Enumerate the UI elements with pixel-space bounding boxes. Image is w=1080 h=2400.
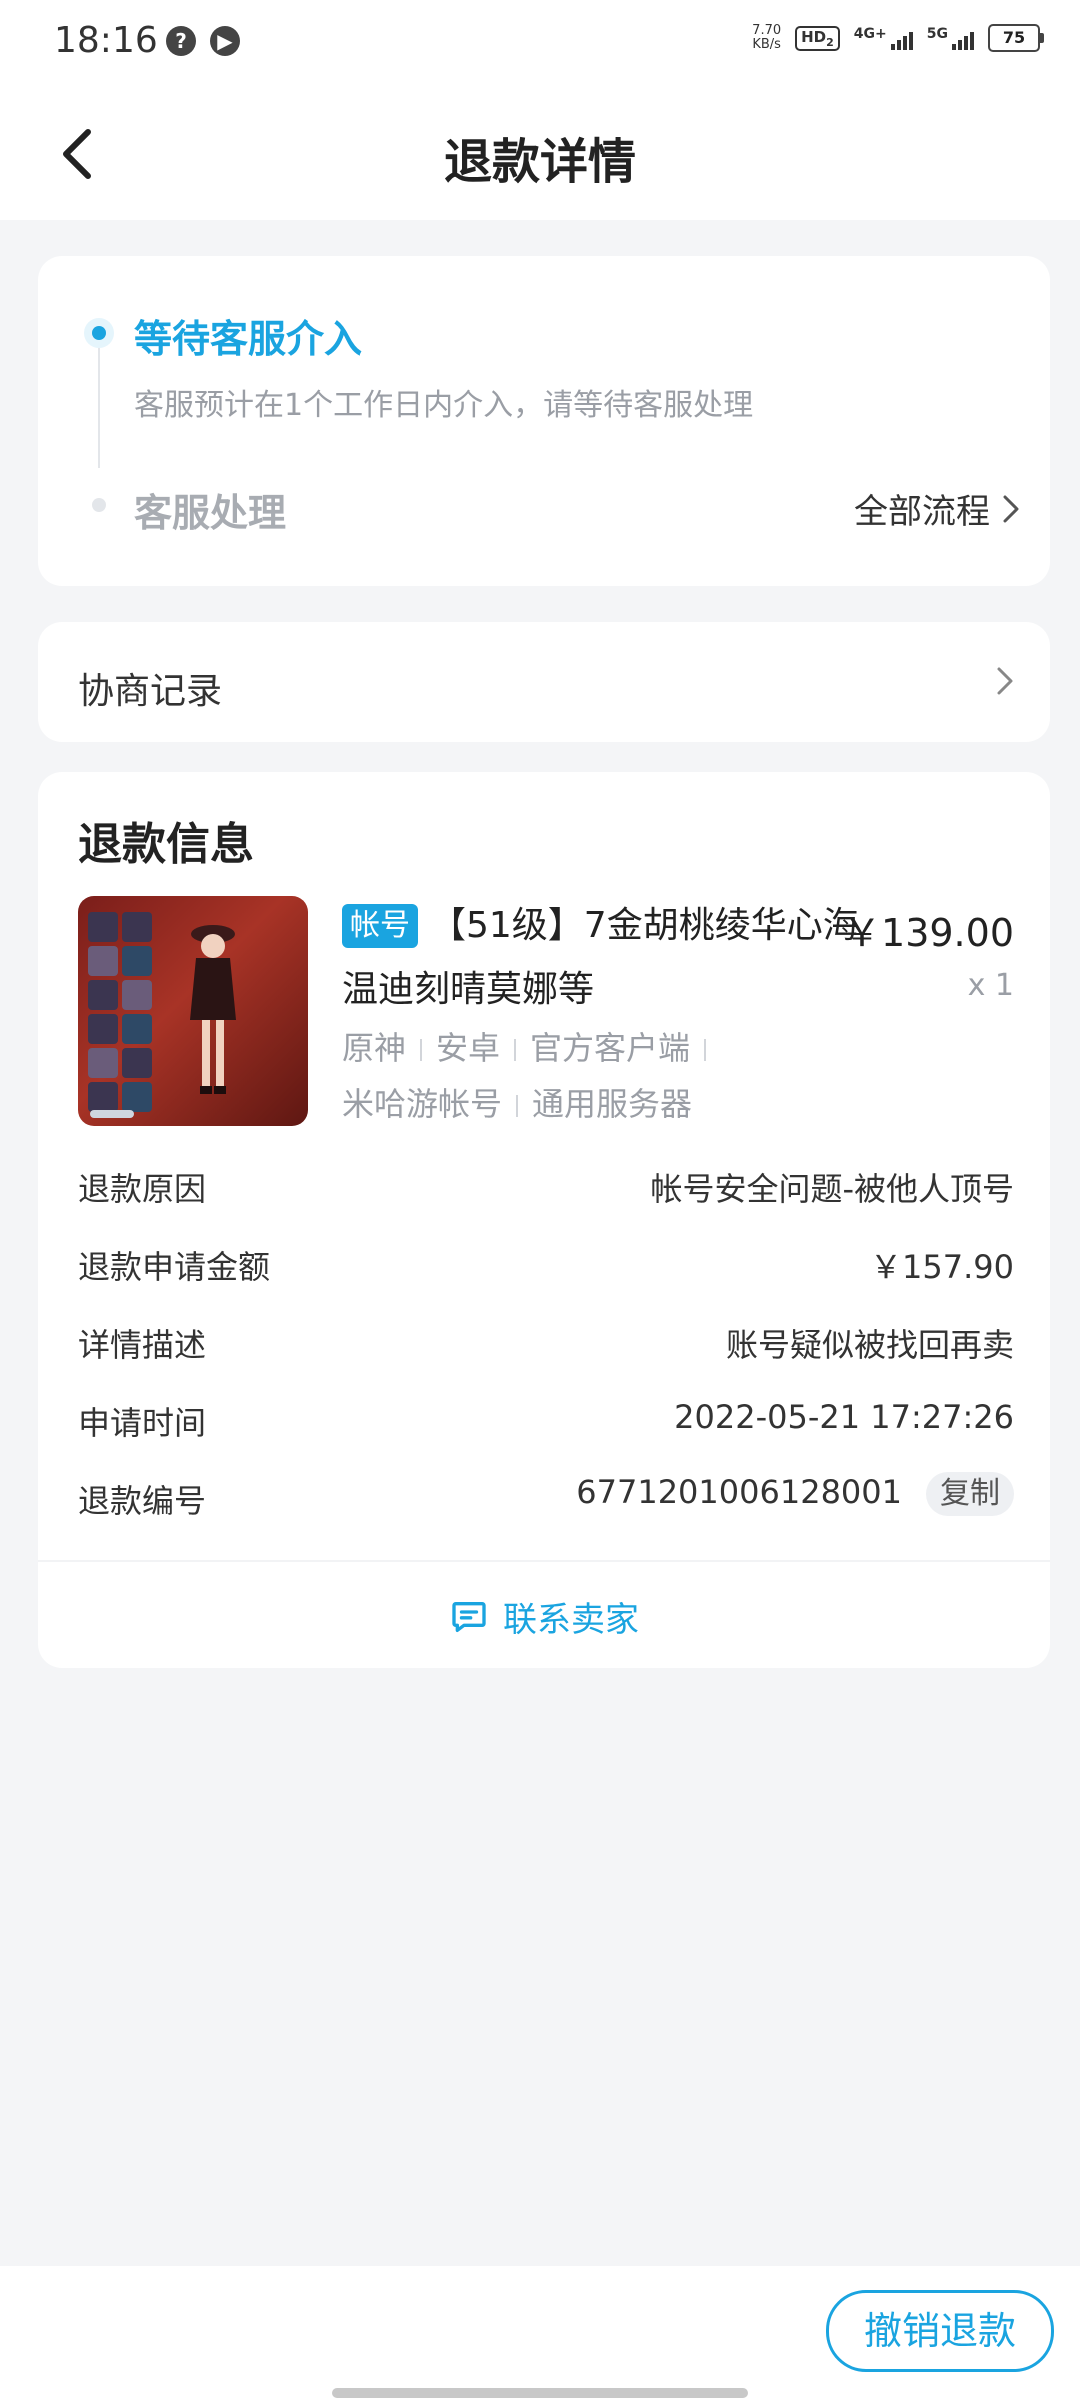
refund-info-card: 退款信息 帐号 【51级】7金胡桃绫华心海温迪刻晴莫娜等 ￥139.00 x 1 …	[38, 772, 1050, 1668]
all-flow-link[interactable]: 全部流程	[854, 484, 1020, 533]
copy-button[interactable]: 复制	[926, 1472, 1014, 1516]
page-title: 退款详情	[443, 134, 636, 190]
all-flow-label: 全部流程	[854, 492, 990, 532]
step-current-description: 客服预计在1个工作日内介入，请等待客服处理	[134, 388, 754, 423]
product-price: ￥139.00	[843, 911, 1014, 955]
refund-reason-value: 帐号安全问题-被他人顶号	[650, 1170, 1014, 1208]
navigation-bar: 退款详情	[0, 86, 1080, 220]
product-attribute: 通用服务器	[532, 1085, 693, 1123]
apply-time-value: 2022-05-21 17:27:26	[674, 1398, 1014, 1436]
refund-amount-value: ￥157.90	[870, 1248, 1014, 1286]
character-figure-image	[190, 925, 236, 1094]
refund-number-value: 6771201006128001	[576, 1473, 902, 1511]
refund-reason-label: 退款原因	[78, 1170, 207, 1208]
battery-icon: 75	[988, 24, 1044, 52]
divider	[38, 1560, 1050, 1562]
product-quantity: x 1	[967, 968, 1014, 1003]
refund-amount-label: 退款申请金额	[78, 1248, 271, 1286]
refund-number-row: 退款编号 6771201006128001 复制	[78, 1472, 1014, 1532]
status-bar: 18:16 ? ▶ 7.70 KB/s HD2 4G+ 5G 75	[0, 0, 1080, 86]
chevron-right-icon	[1003, 495, 1019, 522]
refund-amount-row: 退款申请金额 ￥157.90	[78, 1242, 1014, 1292]
step-next-title: 客服处理	[134, 491, 287, 535]
product-attribute: 安卓	[436, 1029, 501, 1067]
chevron-right-icon	[997, 667, 1013, 695]
refund-description-row: 详情描述 账号疑似被找回再卖	[78, 1320, 1014, 1370]
pending-step-dot	[92, 498, 106, 512]
product-title[interactable]: 帐号 【51级】7金胡桃绫华心海温迪刻晴莫娜等	[342, 894, 862, 1022]
product-attribute: 官方客户端	[530, 1029, 691, 1067]
active-step-dot	[84, 318, 114, 348]
product-type-tag: 帐号	[342, 904, 418, 948]
apply-time-row: 申请时间 2022-05-21 17:27:26	[78, 1398, 1014, 1448]
cancel-refund-button[interactable]: 撤销退款	[826, 2290, 1054, 2372]
product-attribute: 原神	[342, 1029, 407, 1067]
status-time: 18:16	[54, 20, 158, 61]
product-attributes: 原神 安卓 官方客户端米哈游帐号 通用服务器	[342, 1020, 782, 1132]
chat-message-icon	[452, 1601, 486, 1632]
negotiation-record-row[interactable]: 协商记录	[38, 622, 1050, 742]
refund-number-value-group: 6771201006128001 复制	[576, 1472, 1014, 1516]
refund-description-label: 详情描述	[78, 1326, 207, 1364]
signal-5g-icon: 5G	[927, 26, 974, 50]
refund-reason-row: 退款原因 帐号安全问题-被他人顶号	[78, 1164, 1014, 1214]
bottom-action-bar: 撤销退款	[0, 2266, 1080, 2400]
product-attribute: 米哈游帐号	[342, 1085, 503, 1123]
character-grid-image	[88, 912, 154, 1112]
product-thumbnail[interactable]	[78, 896, 308, 1126]
refund-description-value: 账号疑似被找回再卖	[725, 1326, 1014, 1364]
step-current-title: 等待客服介入	[134, 317, 363, 361]
signal-4g-icon: 4G+	[854, 26, 913, 50]
network-speed: 7.70 KB/s	[752, 23, 782, 52]
hd-badge: HD2	[795, 25, 840, 51]
negotiation-record-label: 协商记录	[78, 671, 223, 712]
apply-time-label: 申请时间	[78, 1404, 207, 1442]
product-title-text: 【51级】7金胡桃绫华心海温迪刻晴莫娜等	[342, 905, 859, 1010]
refund-info-title: 退款信息	[78, 819, 254, 870]
home-indicator[interactable]	[332, 2388, 748, 2398]
contact-seller-button[interactable]: 联系卖家	[38, 1592, 1050, 1641]
settings-circle-icon: ?	[166, 26, 196, 56]
status-right-group: 7.70 KB/s HD2 4G+ 5G 75	[752, 23, 1044, 52]
refund-number-label: 退款编号	[78, 1482, 207, 1520]
thumbnail-indicator	[90, 1110, 134, 1118]
refund-progress-card: 等待客服介入 客服预计在1个工作日内介入，请等待客服处理 客服处理 全部流程	[38, 256, 1050, 586]
contact-seller-label: 联系卖家	[503, 1600, 639, 1640]
play-circle-icon: ▶	[210, 26, 240, 56]
